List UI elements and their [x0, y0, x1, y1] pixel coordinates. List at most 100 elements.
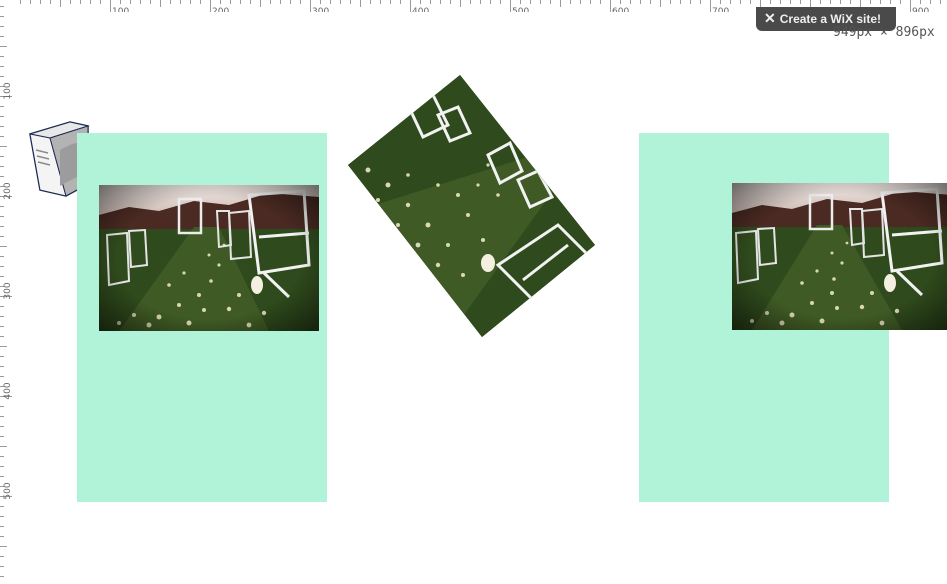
- ruler-tick: [300, 0, 301, 4]
- ruler-tick: [80, 0, 81, 4]
- ruler-tick: [490, 0, 491, 4]
- ruler-tick: [0, 256, 4, 257]
- ruler-label: 500: [512, 7, 530, 12]
- ruler-tick: [0, 576, 4, 577]
- ruler-tick: [890, 0, 891, 4]
- ruler-tick: [510, 0, 511, 12]
- wedding-photo-rotated[interactable]: [348, 75, 595, 337]
- ruler-tick: [0, 206, 4, 207]
- ruler-tick: [470, 0, 471, 4]
- ruler-tick: [860, 0, 861, 7]
- ruler-tick: [780, 0, 781, 4]
- ruler-tick: [0, 216, 4, 217]
- ruler-tick: [20, 0, 21, 4]
- ruler-tick: [460, 0, 461, 7]
- ruler-tick: [630, 0, 631, 4]
- ruler-tick: [830, 0, 831, 4]
- ruler-tick: [190, 0, 191, 4]
- ruler-tick: [0, 566, 4, 567]
- ruler-label: 700: [712, 7, 730, 12]
- wix-x-icon: ✕: [764, 10, 776, 26]
- ruler-tick: [120, 0, 121, 4]
- ruler-tick: [680, 0, 681, 4]
- ruler-tick: [260, 0, 261, 7]
- wedding-photo-right[interactable]: [732, 183, 947, 330]
- ruler-tick: [0, 6, 4, 7]
- ruler-tick: [450, 0, 451, 4]
- ruler-label: 200: [3, 182, 13, 200]
- ruler-tick: [600, 0, 601, 4]
- ruler-tick: [90, 0, 91, 4]
- ruler-tick: [60, 0, 61, 7]
- ruler-tick: [180, 0, 181, 4]
- ruler-tick: [360, 0, 361, 7]
- ruler-tick: [130, 0, 131, 4]
- ruler-tick: [610, 0, 611, 12]
- ruler-tick: [0, 476, 4, 477]
- ruler-tick: [870, 0, 871, 4]
- ruler-tick: [770, 0, 771, 4]
- ruler-tick: [0, 116, 4, 117]
- ruler-tick: [210, 0, 211, 12]
- ruler-tick: [590, 0, 591, 4]
- wedding-photo-left[interactable]: [99, 185, 319, 331]
- ruler-tick: [0, 376, 4, 377]
- ruler-tick: [920, 0, 921, 4]
- ruler-tick: [440, 0, 441, 4]
- ruler-tick: [690, 0, 691, 4]
- ruler-tick: [400, 0, 401, 4]
- ruler-tick: [700, 0, 701, 4]
- ruler-tick: [580, 0, 581, 4]
- ruler-tick: [0, 136, 4, 137]
- ruler-label: 400: [3, 382, 13, 400]
- ruler-tick: [710, 0, 711, 12]
- ruler-tick: [30, 0, 31, 4]
- ruler-label: 300: [3, 282, 13, 300]
- ruler-tick: [0, 556, 4, 557]
- ruler-tick: [390, 0, 391, 4]
- ruler-tick: [660, 0, 661, 7]
- ruler-tick: [620, 0, 621, 4]
- ruler-tick: [0, 446, 7, 447]
- ruler-tick: [100, 0, 101, 4]
- ruler-tick: [250, 0, 251, 4]
- ruler-tick: [50, 0, 51, 4]
- ruler-tick: [520, 0, 521, 4]
- ruler-tick: [0, 76, 4, 77]
- ruler-tick: [270, 0, 271, 4]
- ruler-tick: [0, 536, 4, 537]
- ruler-tick: [0, 546, 7, 547]
- ruler-label: 600: [612, 7, 630, 12]
- ruler-tick: [650, 0, 651, 4]
- ruler-tick: [0, 316, 4, 317]
- ruler-tick: [0, 426, 4, 427]
- ruler-tick: [0, 506, 4, 507]
- ruler-label: 100: [3, 82, 13, 100]
- ruler-tick: [0, 276, 4, 277]
- ruler-tick: [820, 0, 821, 4]
- ruler-tick: [750, 0, 751, 4]
- ruler-tick: [0, 246, 7, 247]
- ruler-tick: [940, 0, 941, 4]
- ruler-tick: [760, 0, 761, 7]
- ruler-tick: [220, 0, 221, 4]
- ruler-label: 300: [312, 7, 330, 12]
- ruler-tick: [0, 126, 4, 127]
- ruler-tick: [380, 0, 381, 4]
- ruler-tick: [560, 0, 561, 7]
- ruler-label: 200: [212, 7, 230, 12]
- ruler-tick: [420, 0, 421, 4]
- ruler-tick: [500, 0, 501, 4]
- ruler-tick: [0, 26, 4, 27]
- ruler-tick: [0, 336, 4, 337]
- ruler-tick: [430, 0, 431, 4]
- ruler-tick: [320, 0, 321, 4]
- ruler-tick: [280, 0, 281, 4]
- ruler-tick: [540, 0, 541, 4]
- ruler-tick: [0, 226, 4, 227]
- ruler-tick: [900, 0, 901, 4]
- ruler-tick: [0, 436, 4, 437]
- ruler-tick: [40, 0, 41, 4]
- create-wix-site-label: Create a WiX site!: [779, 12, 881, 26]
- ruler-tick: [410, 0, 411, 12]
